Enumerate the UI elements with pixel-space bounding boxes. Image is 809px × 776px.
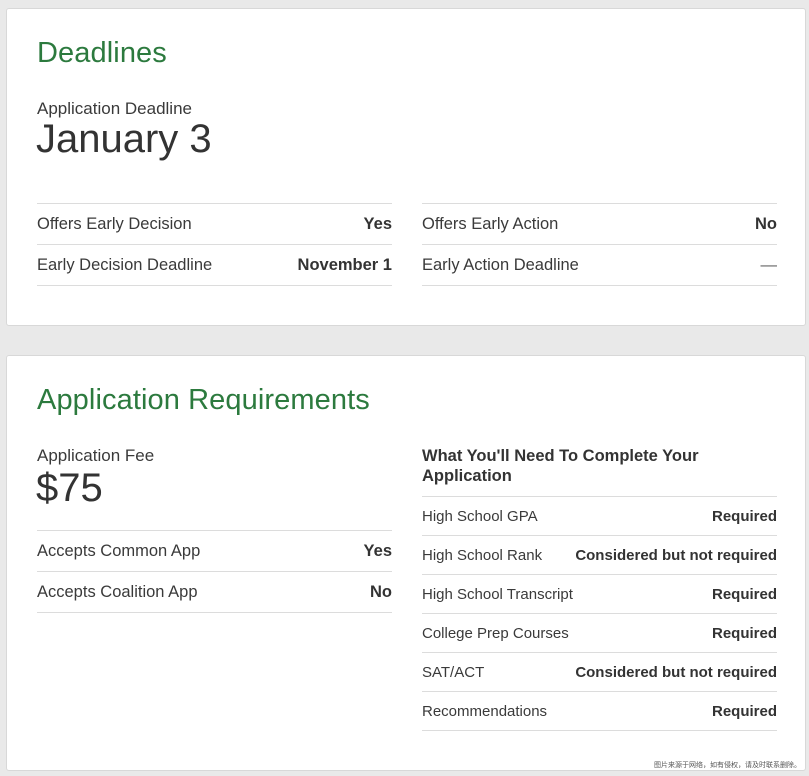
requirement-status: Required [711, 702, 777, 720]
requirement-status: Required [711, 624, 777, 642]
requirements-table: High School GPA Required High School Ran… [422, 496, 777, 731]
early-decision-table: Offers Early Decision Yes Early Decision… [37, 203, 392, 286]
requirement-label: High School GPA [422, 507, 538, 525]
early-decision-deadline-value: November 1 [297, 255, 392, 274]
requirement-label: SAT/ACT [422, 663, 485, 681]
requirement-label: High School Rank [422, 546, 543, 564]
offers-early-action-value: No [755, 214, 777, 233]
requirement-label: Recommendations [422, 702, 548, 720]
requirement-status: Required [711, 507, 777, 525]
requirement-label: College Prep Courses [422, 624, 569, 642]
table-row: Accepts Common App Yes [37, 531, 392, 572]
table-row: Early Decision Deadline November 1 [37, 245, 392, 286]
table-row: Recommendations Required [422, 692, 777, 731]
early-action-deadline-label: Early Action Deadline [422, 255, 579, 274]
image-source-notice: 图片来源于网络，如有侵权，请及时联系删除。 [654, 762, 801, 769]
deadlines-card: Deadlines Application Deadline January 3… [6, 8, 806, 326]
table-row: SAT/ACT Considered but not required [422, 653, 777, 692]
early-decision-deadline-label: Early Decision Deadline [37, 255, 213, 274]
early-action-deadline-value: — [760, 255, 778, 274]
requirements-heading: What You'll Need To Complete Your Applic… [422, 447, 699, 485]
accepted-apps-table: Accepts Common App Yes Accepts Coalition… [37, 530, 392, 613]
table-row: High School GPA Required [422, 497, 777, 536]
application-requirements-title: Application Requirements [37, 384, 370, 416]
application-deadline-value: January 3 [36, 117, 212, 161]
table-row: Accepts Coalition App No [37, 572, 392, 613]
application-requirements-card: Application Requirements Application Fee… [6, 355, 806, 771]
application-fee-label: Application Fee [37, 446, 155, 465]
table-row: Offers Early Decision Yes [37, 204, 392, 245]
requirement-label: High School Transcript [422, 585, 573, 603]
deadlines-title: Deadlines [37, 37, 167, 69]
table-row: Offers Early Action No [422, 204, 777, 245]
offers-early-decision-value: Yes [363, 214, 392, 233]
accepts-coalition-app-label: Accepts Coalition App [37, 582, 198, 601]
requirement-status: Considered but not required [575, 546, 777, 564]
early-action-table: Offers Early Action No Early Action Dead… [422, 203, 777, 286]
table-row: High School Transcript Required [422, 575, 777, 614]
accepts-common-app-value: Yes [363, 541, 392, 560]
table-row: High School Rank Considered but not requ… [422, 536, 777, 575]
application-fee-value: $75 [36, 466, 103, 510]
offers-early-action-label: Offers Early Action [422, 214, 559, 233]
requirement-status: Required [711, 585, 777, 603]
offers-early-decision-label: Offers Early Decision [37, 214, 192, 233]
requirement-status: Considered but not required [575, 663, 777, 681]
application-deadline-label: Application Deadline [37, 99, 192, 118]
table-row: Early Action Deadline — [422, 245, 777, 286]
table-row: College Prep Courses Required [422, 614, 777, 653]
accepts-coalition-app-value: No [370, 582, 392, 601]
accepts-common-app-label: Accepts Common App [37, 541, 201, 560]
